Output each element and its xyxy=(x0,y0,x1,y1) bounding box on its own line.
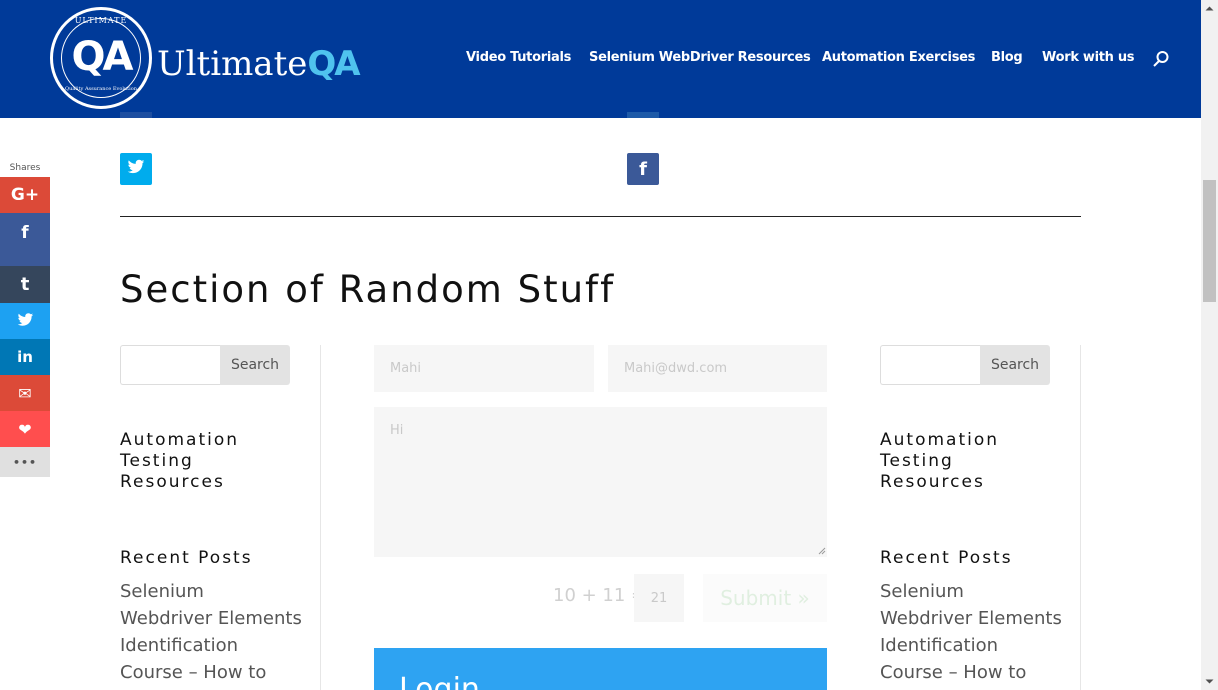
section-divider xyxy=(120,216,1081,217)
brand-name-text: Ultimate xyxy=(157,44,308,84)
more-icon: ••• xyxy=(12,455,38,469)
facebook-icon: f xyxy=(639,158,647,180)
partial-social-icon xyxy=(627,112,659,118)
heart-icon: ❤ xyxy=(18,419,32,439)
login-box: Login xyxy=(374,648,827,690)
brand-name[interactable]: UltimateQA xyxy=(157,44,361,84)
widget-title-line: Resources xyxy=(120,472,225,492)
right-widget-title: Automation Testing Resources xyxy=(880,430,999,493)
nav-automation-exercises[interactable]: Automation Exercises xyxy=(822,50,975,65)
captcha-question: 10 + 11 = xyxy=(553,585,647,606)
email-field[interactable]: Mahi@dwd.com xyxy=(608,345,827,392)
share-love-button[interactable]: ❤ xyxy=(0,411,50,447)
nav-blog[interactable]: Blog xyxy=(991,50,1023,65)
twitter-icon xyxy=(17,312,34,331)
recent-post-line[interactable]: Course – How to xyxy=(120,659,320,686)
site-header: ULTIMATE QA Quality Assurance Evolution … xyxy=(0,0,1201,118)
logo-ring-top-text: ULTIMATE xyxy=(74,16,128,25)
share-facebook-button[interactable]: f xyxy=(0,213,50,266)
twitter-follow-button[interactable] xyxy=(120,153,152,185)
scroll-down-arrow-icon[interactable] xyxy=(1201,673,1218,690)
share-tumblr-button[interactable]: t xyxy=(0,266,50,303)
nav-selenium-webdriver-resources[interactable]: Selenium WebDriver Resources xyxy=(589,50,811,65)
right-recent-posts-title: Recent Posts xyxy=(880,548,1013,568)
logo[interactable]: ULTIMATE QA Quality Assurance Evolution xyxy=(50,7,152,109)
left-widget-title: Automation Testing Resources xyxy=(120,430,239,493)
widget-title-line: Automation xyxy=(880,430,1000,450)
share-twitter-button[interactable] xyxy=(0,303,50,339)
facebook-follow-button[interactable]: f xyxy=(627,153,659,185)
double-chevron-right-icon: » xyxy=(797,586,810,610)
left-recent-post-link[interactable]: Selenium Webdriver Elements Identificati… xyxy=(120,578,320,686)
section-title: Section of Random Stuff xyxy=(120,268,616,311)
submit-label: Submit xyxy=(720,586,792,610)
share-linkedin-button[interactable]: in xyxy=(0,339,50,375)
recent-post-line[interactable]: Webdriver Elements xyxy=(120,605,320,632)
recent-post-line[interactable]: Identification xyxy=(120,632,320,659)
login-title: Login xyxy=(399,672,480,690)
message-field[interactable]: Hi xyxy=(374,407,827,557)
recent-post-line[interactable]: Webdriver Elements xyxy=(880,605,1080,632)
widget-title-line: Resources xyxy=(880,472,985,492)
submit-button[interactable]: Submit » xyxy=(703,574,827,622)
recent-post-line[interactable]: Course – How to xyxy=(880,659,1080,686)
scrollbar-track[interactable] xyxy=(1201,0,1218,690)
share-more-button[interactable]: ••• xyxy=(0,447,50,477)
brand-qa-text: QA xyxy=(307,44,360,84)
search-icon[interactable] xyxy=(1152,50,1170,68)
facebook-icon: f xyxy=(21,223,29,243)
scroll-up-arrow-icon[interactable] xyxy=(1201,0,1218,17)
right-recent-post-link[interactable]: Selenium Webdriver Elements Identificati… xyxy=(880,578,1080,686)
left-search-button[interactable]: Search xyxy=(220,345,290,385)
scrollbar-thumb[interactable] xyxy=(1203,180,1216,302)
logo-mark: QA xyxy=(71,34,134,80)
email-icon: ✉ xyxy=(18,383,32,403)
recent-post-line[interactable]: Identification xyxy=(880,632,1080,659)
column-divider xyxy=(1080,345,1081,690)
widget-title-line: Automation xyxy=(120,430,240,450)
logo-ring-bottom-text: Quality Assurance Evolution xyxy=(65,86,137,92)
captcha-input[interactable]: 21 xyxy=(634,574,684,622)
partial-social-icon xyxy=(120,112,152,118)
shares-label: Shares xyxy=(9,163,41,173)
nav-video-tutorials[interactable]: Video Tutorials xyxy=(466,50,571,65)
twitter-icon xyxy=(127,159,145,179)
share-google-plus-button[interactable]: G+ xyxy=(0,177,50,213)
left-search-input[interactable] xyxy=(120,345,220,385)
recent-post-line[interactable]: Selenium xyxy=(880,578,1080,605)
share-email-button[interactable]: ✉ xyxy=(0,375,50,411)
left-recent-posts-title: Recent Posts xyxy=(120,548,253,568)
recent-post-line[interactable]: Selenium xyxy=(120,578,320,605)
right-search-input[interactable] xyxy=(880,345,980,385)
widget-title-line: Testing xyxy=(880,451,954,471)
nav-work-with-us[interactable]: Work with us xyxy=(1042,50,1135,65)
tumblr-icon: t xyxy=(20,274,30,295)
name-field[interactable]: Mahi xyxy=(374,345,594,392)
resize-handle-icon[interactable] xyxy=(817,546,826,555)
right-search-button[interactable]: Search xyxy=(980,345,1050,385)
google-plus-icon: G+ xyxy=(10,185,40,205)
linkedin-icon: in xyxy=(17,348,33,366)
widget-title-line: Testing xyxy=(120,451,194,471)
column-divider xyxy=(320,345,321,690)
